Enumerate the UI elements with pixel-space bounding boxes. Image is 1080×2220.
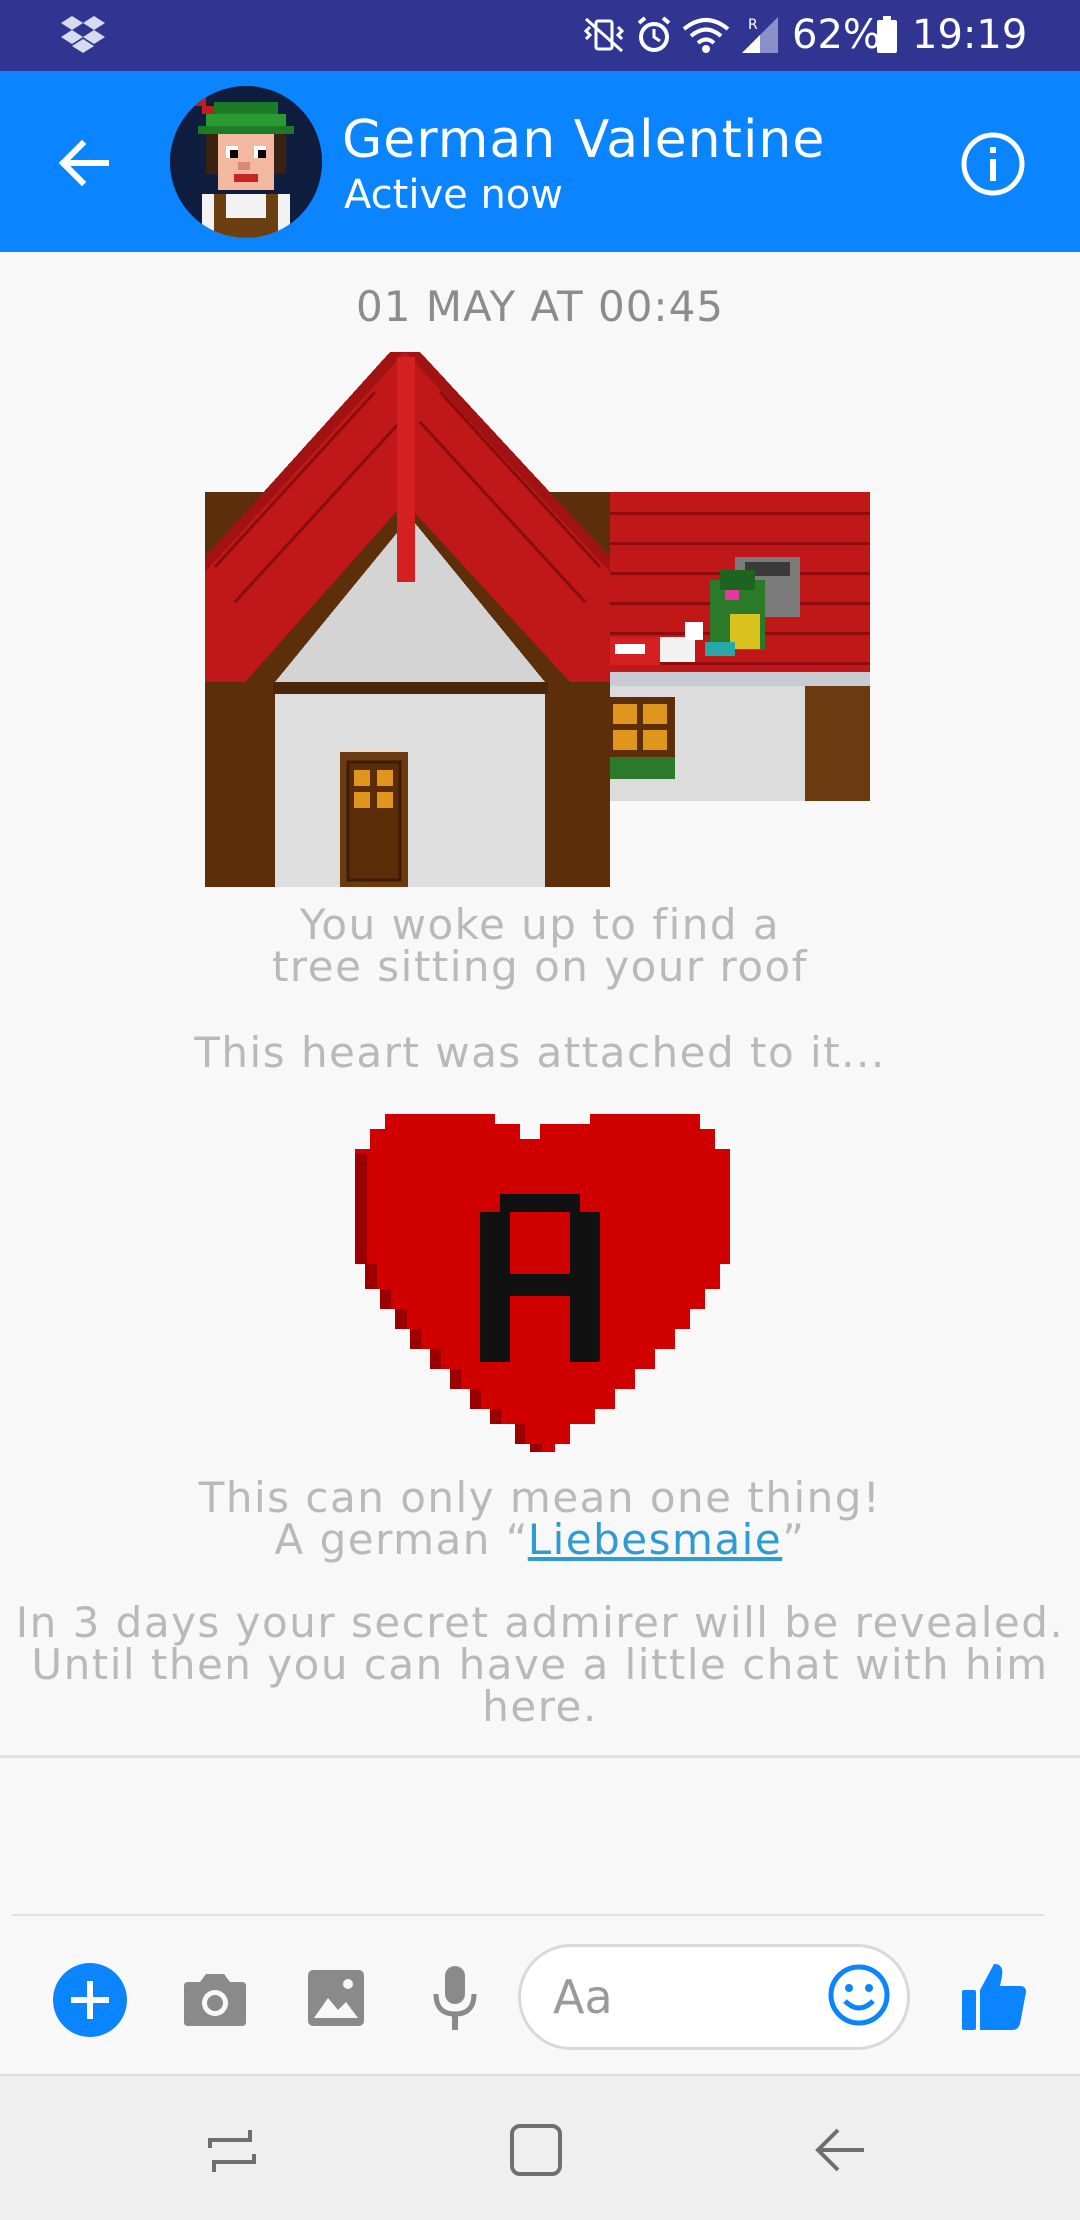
message-input[interactable]: [553, 1967, 803, 2027]
wifi-icon: [682, 18, 730, 53]
plus-button[interactable]: [53, 1963, 127, 2037]
thumbs-up-icon[interactable]: [960, 1960, 1028, 2032]
heart-image[interactable]: A: [355, 1114, 730, 1452]
message-line: In 3 days your secret admirer will be re…: [15, 1598, 1065, 1647]
battery-icon: [877, 16, 897, 53]
message-line: This heart was attached to it...: [194, 1028, 886, 1077]
home-icon[interactable]: [508, 2122, 564, 2178]
microphone-icon[interactable]: [430, 1964, 480, 2032]
recent-apps-icon[interactable]: [206, 2126, 260, 2176]
house-scene-image[interactable]: [205, 352, 870, 887]
chat-message: You woke up to find a tree sitting on yo…: [0, 904, 1080, 988]
image-icon[interactable]: [306, 1968, 366, 2028]
divider: [0, 1755, 1080, 1758]
heart-letter: A: [355, 1114, 356, 1115]
svg-text:R: R: [748, 17, 758, 33]
message-timestamp: 01 MAY AT 00:45: [355, 282, 725, 331]
plus-icon: [71, 1981, 109, 2019]
back-arrow-icon[interactable]: [52, 131, 116, 195]
clock: 19:19: [912, 12, 1028, 58]
message-composer: [0, 1916, 1080, 2074]
status-bar: R 62% 19:19: [0, 0, 1080, 71]
vibrate-icon: [583, 17, 625, 53]
liebesmaie-link[interactable]: Liebesmaie: [528, 1515, 782, 1564]
chat-message: This heart was attached to it...: [0, 1032, 1080, 1074]
message-text: ”: [782, 1515, 806, 1564]
avatar[interactable]: [170, 86, 322, 238]
camera-icon[interactable]: [182, 1968, 248, 2028]
signal-icon: R: [742, 17, 778, 53]
message-line: This can only mean one thing!: [198, 1473, 882, 1522]
conversation-header: German Valentine Active now: [0, 71, 1080, 252]
emoji-icon[interactable]: [827, 1963, 891, 2027]
message-line: Until then you can have a little chat wi…: [31, 1640, 1049, 1689]
message-line: A german “Liebesmaie”: [0, 1519, 1080, 1561]
system-navigation-bar: [0, 2074, 1080, 2220]
alarm-icon: [637, 16, 671, 52]
message-input-container[interactable]: [518, 1944, 910, 2050]
message-line: You woke up to find a: [299, 900, 781, 949]
message-line: tree sitting on your roof: [271, 942, 809, 991]
dropbox-icon: [61, 16, 105, 53]
info-icon[interactable]: [960, 131, 1026, 197]
chat-message: In 3 days your secret admirer will be re…: [0, 1602, 1080, 1728]
message-thread[interactable]: 01 MAY AT 00:45 You woke up to find a tr…: [0, 252, 1080, 1758]
message-line: here.: [482, 1682, 598, 1731]
system-icons: R: [582, 12, 780, 58]
back-icon[interactable]: [812, 2122, 868, 2178]
presence-status: Active now: [344, 172, 563, 218]
battery-percentage: 62%: [792, 12, 881, 58]
contact-name[interactable]: German Valentine: [342, 109, 825, 171]
chat-message: This can only mean one thing! A german “…: [0, 1477, 1080, 1561]
message-text: A german “: [274, 1515, 528, 1564]
